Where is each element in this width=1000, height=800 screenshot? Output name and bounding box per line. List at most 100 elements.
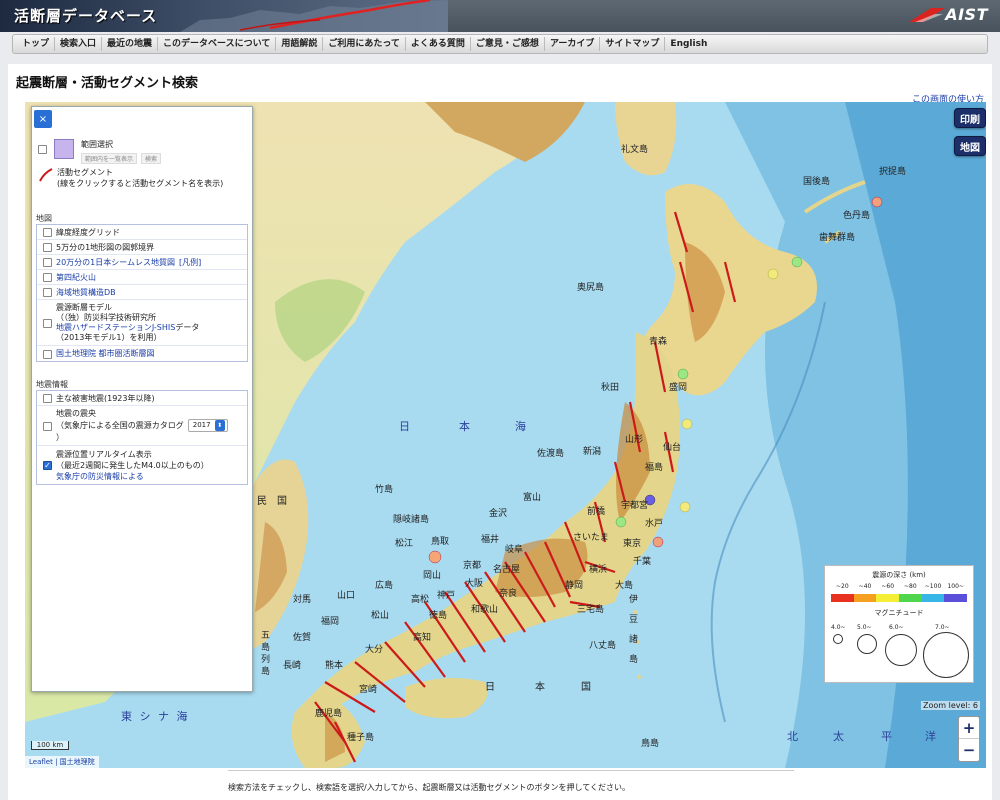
nav-top[interactable]: トップ bbox=[17, 37, 56, 51]
nav-faq[interactable]: よくある質問 bbox=[406, 37, 471, 51]
nav-recent-quakes[interactable]: 最近の地震 bbox=[102, 37, 159, 51]
magnitude-label: 5.0~ bbox=[857, 624, 872, 631]
magnitude-circles: 4.0~ 5.0~ 6.0~ 7.0~ bbox=[831, 624, 969, 680]
magnitude-label: 4.0~ bbox=[831, 624, 846, 631]
segment-label: 活動セグメント bbox=[57, 168, 113, 177]
banner-map-image: 活断層データベース bbox=[0, 0, 448, 32]
nav-terms[interactable]: ご利用にあたって bbox=[323, 37, 406, 51]
layer-major-quakes[interactable]: 主な被害地震(1923年以降) bbox=[37, 391, 247, 406]
label-okayama: 岡山 bbox=[423, 571, 442, 581]
layer-major-quakes-checkbox[interactable] bbox=[43, 394, 52, 403]
label-nagasaki: 長崎 bbox=[283, 661, 302, 671]
layer-marine-geology-link[interactable]: 海域地質構造DB bbox=[56, 287, 116, 298]
layer-quaternary-volcano-link[interactable]: 第四紀火山 bbox=[56, 272, 96, 283]
nav-search-entry[interactable]: 検索入口 bbox=[55, 37, 103, 51]
label-nagoya: 名古屋 bbox=[493, 565, 521, 575]
label-hiroshima: 広島 bbox=[375, 581, 394, 591]
nav-about[interactable]: このデータベースについて bbox=[158, 37, 277, 51]
layer-grid-label: 緯度経度グリッド bbox=[56, 227, 120, 237]
layer-quaternary-volcano-checkbox[interactable] bbox=[43, 273, 52, 282]
basemap-button[interactable]: 地図 bbox=[954, 136, 986, 156]
layer-seamless-geology-link[interactable]: 20万分の1日本シームレス地質図 bbox=[56, 257, 175, 268]
layer-hazard-model[interactable]: 震源断層モデル （（独）防災科学技術研究所 地震ハザードステーションJ-SHIS… bbox=[37, 300, 247, 346]
layer-gsi-fault-map-checkbox[interactable] bbox=[43, 349, 52, 359]
label-maebashi: 前橋 bbox=[587, 507, 606, 517]
label-izu1: 伊 bbox=[629, 595, 639, 605]
hazard-model-line2: （（独）防災科学技術研究所 bbox=[56, 312, 156, 322]
label-tokyo: 東京 bbox=[623, 539, 642, 549]
zoom-out-button[interactable]: − bbox=[959, 739, 979, 761]
range-select-checkbox[interactable] bbox=[38, 145, 47, 154]
panel-close-icon[interactable]: × bbox=[34, 110, 52, 128]
layer-realtime-checkbox[interactable] bbox=[43, 461, 52, 470]
map-view[interactable]: 日 本 海 東 シ ナ 海 北 太 平 洋 日 本 国 民 国 礼文島 国後島 … bbox=[25, 102, 986, 768]
epicenter-year-value: 2017 bbox=[192, 421, 211, 429]
header-banner: 活断層データベース AIST bbox=[0, 0, 1000, 32]
label-osaka: 大阪 bbox=[465, 579, 484, 589]
label-kobe: 神戸 bbox=[437, 591, 456, 601]
attribution-gsi-link[interactable]: 国土地理院 bbox=[60, 758, 95, 766]
magnitude-legend-title: マグニチュード bbox=[874, 609, 924, 617]
magnitude-circle-6 bbox=[885, 634, 917, 666]
attribution-leaflet-link[interactable]: Leaflet bbox=[29, 758, 53, 766]
quake-legend: 震源の深さ (km) ~20 ~40 ~60 ~80 ~100 100~ マグニ… bbox=[824, 565, 974, 683]
label-sea-japan-b: 本 bbox=[459, 420, 470, 433]
label-saga: 佐賀 bbox=[293, 633, 312, 643]
layer-marine-geology-checkbox[interactable] bbox=[43, 288, 52, 297]
aist-logo-icon bbox=[909, 7, 946, 22]
label-kunashiri: 国後島 bbox=[803, 177, 831, 187]
depth-label: ~80 bbox=[904, 583, 917, 590]
label-fukushima: 福島 bbox=[645, 463, 664, 473]
layer-hazard-model-checkbox[interactable] bbox=[43, 318, 52, 328]
layer-seamless-geology[interactable]: 20万分の1日本シームレス地質図 [凡例] bbox=[37, 255, 247, 270]
realtime-jma-link[interactable]: 気象庁の防災情報による bbox=[56, 471, 209, 482]
label-tokushima: 徳島 bbox=[429, 611, 448, 621]
layer-seamless-geology-checkbox[interactable] bbox=[43, 258, 52, 267]
range-list-button[interactable]: 範囲内を一覧表示 bbox=[81, 153, 138, 164]
layer-gsi-fault-map-link[interactable]: 国土地理院 都市圏活断層図 bbox=[56, 348, 155, 359]
nav-feedback[interactable]: ご意見・ご感想 bbox=[471, 37, 545, 51]
zoom-in-button[interactable]: + bbox=[959, 717, 979, 739]
label-rebun: 礼文島 bbox=[621, 145, 649, 155]
layer-epicenters[interactable]: 地震の震央 （気象庁による全国の震源カタログ 2017 ⬍ ） bbox=[37, 406, 247, 446]
label-niigata: 新潟 bbox=[583, 447, 602, 457]
hazard-model-jshis-link[interactable]: 地震ハザードステーションJ-SHIS bbox=[56, 323, 175, 332]
site-title[interactable]: 活断層データベース bbox=[14, 5, 157, 26]
epicenter-year-select[interactable]: 2017 ⬍ bbox=[187, 419, 228, 432]
layer-epicenters-checkbox[interactable] bbox=[43, 421, 52, 431]
label-izu2: 豆 bbox=[629, 615, 639, 625]
layer-realtime[interactable]: 震源位置リアルタイム表示 （最近2週間に発生したM4.0以上のもの） 気象庁の防… bbox=[37, 446, 247, 484]
chevron-down-icon: ⬍ bbox=[214, 420, 225, 431]
realtime-line2: （最近2週間に発生したM4.0以上のもの） bbox=[56, 460, 209, 470]
range-select-label: 範囲選択 bbox=[81, 140, 113, 149]
layer-gsi-fault-map[interactable]: 国土地理院 都市圏活断層図 bbox=[37, 346, 247, 361]
magnitude-label: 6.0~ bbox=[889, 624, 904, 631]
footer-instruction: 検索方法をチェックし、検索語を選択/入力してから、起震断層又は活動セグメントのボ… bbox=[228, 783, 630, 792]
depth-swatch bbox=[831, 594, 854, 602]
layer-grid[interactable]: 緯度経度グリッド bbox=[37, 225, 247, 240]
nav-glossary[interactable]: 用語解説 bbox=[276, 37, 324, 51]
aist-logo[interactable]: AIST bbox=[909, 5, 988, 24]
label-wakayama: 和歌山 bbox=[471, 605, 499, 615]
main-nav: トップ 検索入口 最近の地震 このデータベースについて 用語解説 ご利用にあたっ… bbox=[12, 34, 988, 54]
print-button[interactable]: 印刷 bbox=[954, 108, 986, 128]
label-korea-a: 民 bbox=[257, 496, 267, 507]
label-izu3: 諸 bbox=[629, 635, 639, 645]
layer-quaternary-volcano[interactable]: 第四紀火山 bbox=[37, 270, 247, 285]
segment-row: 活動セグメント (線をクリックすると活動セグメント名を表示) bbox=[38, 167, 223, 189]
layer-seamless-geology-legend-link[interactable]: [凡例] bbox=[179, 257, 201, 268]
nav-english[interactable]: English bbox=[665, 37, 712, 51]
layer-marine-geology[interactable]: 海域地質構造DB bbox=[37, 285, 247, 300]
layer-topo-boundary-checkbox[interactable] bbox=[43, 243, 52, 252]
label-sea-japan-c: 海 bbox=[515, 420, 526, 433]
map-section-title: 地図 bbox=[36, 214, 52, 223]
layer-major-quakes-label: 主な被害地震(1923年以降) bbox=[56, 393, 155, 403]
nav-sitemap[interactable]: サイトマップ bbox=[600, 37, 666, 51]
range-search-button[interactable]: 検索 bbox=[141, 153, 162, 164]
nav-archive[interactable]: アーカイブ bbox=[545, 37, 601, 51]
layer-topo-boundary[interactable]: 5万分の1地形図の図郭境界 bbox=[37, 240, 247, 255]
depth-label: ~20 bbox=[836, 583, 849, 590]
label-miyazaki: 宮崎 bbox=[359, 685, 378, 695]
layer-grid-checkbox[interactable] bbox=[43, 228, 52, 237]
quake-layer-group: 主な被害地震(1923年以降) 地震の震央 （気象庁による全国の震源カタログ 2… bbox=[36, 390, 248, 485]
